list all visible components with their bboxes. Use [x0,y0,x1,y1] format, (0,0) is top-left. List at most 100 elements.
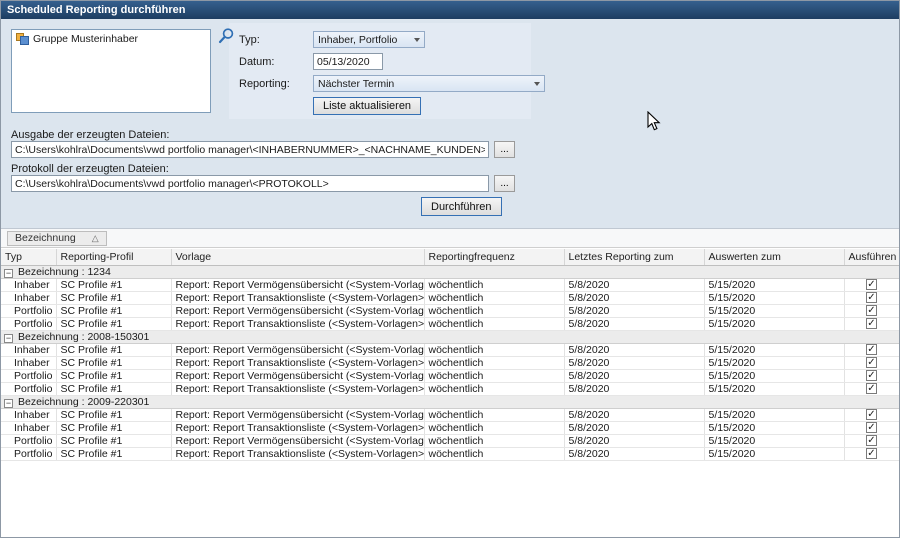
cell-vorlage: Report: Report Transaktionsliste (<Syste… [171,382,424,395]
cell-auswerten-zum: 5/15/2020 [704,291,844,304]
report-row[interactable]: InhaberSC Profile #1Report: Report Trans… [1,356,899,369]
cell-reportingfrequenz: wöchentlich [424,278,564,291]
cell-ausfuehren: ✓ [844,382,899,395]
group-header-label: Bezeichnung : 2008-150301 [18,331,149,343]
scheduled-reporting-window: Scheduled Reporting durchführen Gruppe M… [0,0,900,538]
ausfuehren-checkbox[interactable]: ✓ [866,422,877,433]
cell-typ: Portfolio [1,434,56,447]
ausfuehren-checkbox[interactable]: ✓ [866,305,877,316]
report-row[interactable]: PortfolioSC Profile #1Report: Report Tra… [1,317,899,330]
report-row[interactable]: InhaberSC Profile #1Report: Report Trans… [1,291,899,304]
output-browse-button[interactable]: ... [494,141,515,158]
column-header-5[interactable]: Letztes Reporting zum [564,249,704,265]
cell-auswerten-zum: 5/15/2020 [704,447,844,460]
cell-reportingfrequenz: wöchentlich [424,369,564,382]
ausfuehren-checkbox[interactable]: ✓ [866,448,877,459]
column-header-2[interactable]: Reporting-Profil [56,249,171,265]
cell-ausfuehren: ✓ [844,291,899,304]
report-row[interactable]: InhaberSC Profile #1Report: Report Vermö… [1,408,899,421]
cell-typ: Portfolio [1,304,56,317]
column-header-3[interactable]: Vorlage [171,249,424,265]
cell-vorlage: Report: Report Transaktionsliste (<Syste… [171,291,424,304]
column-header-4[interactable]: Reportingfrequenz [424,249,564,265]
group-list-item[interactable]: Gruppe Musterinhaber [12,30,210,48]
datum-label: Datum: [239,56,313,68]
group-header-label: Bezeichnung : 1234 [18,266,111,278]
cell-vorlage: Report: Report Transaktionsliste (<Syste… [171,447,424,460]
typ-label: Typ: [239,34,313,46]
cell-typ: Inhaber [1,356,56,369]
protocol-browse-button[interactable]: ... [494,175,515,192]
cell-auswerten-zum: 5/15/2020 [704,343,844,356]
output-path-input[interactable] [11,141,489,158]
cell-typ: Inhaber [1,408,56,421]
cell-reportingfrequenz: wöchentlich [424,356,564,369]
column-header-6[interactable]: Auswerten zum [704,249,844,265]
ausfuehren-checkbox[interactable]: ✓ [866,344,877,355]
datum-input[interactable] [313,53,383,70]
cell-vorlage: Report: Report Vermögensübersicht (<Syst… [171,369,424,382]
cell-typ: Inhaber [1,278,56,291]
report-row[interactable]: PortfolioSC Profile #1Report: Report Ver… [1,434,899,447]
group-header-label: Bezeichnung : 2009-220301 [18,396,149,408]
cell-typ: Portfolio [1,382,56,395]
ausfuehren-checkbox[interactable]: ✓ [866,292,877,303]
cell-reporting-profil: SC Profile #1 [56,382,171,395]
cell-letztes-reporting: 5/8/2020 [564,291,704,304]
cell-letztes-reporting: 5/8/2020 [564,317,704,330]
groupby-chip-bezeichnung[interactable]: Bezeichnung △ [7,231,107,246]
report-row[interactable]: PortfolioSC Profile #1Report: Report Tra… [1,382,899,395]
group-header-row[interactable]: −Bezeichnung : 1234 [1,265,899,278]
cell-ausfuehren: ✓ [844,369,899,382]
execute-button[interactable]: Durchführen [421,197,502,216]
cell-reporting-profil: SC Profile #1 [56,278,171,291]
ausfuehren-checkbox[interactable]: ✓ [866,370,877,381]
typ-row: Typ: Inhaber, Portfolio [239,31,545,48]
group-header-row[interactable]: −Bezeichnung : 2008-150301 [1,330,899,343]
collapse-group-icon[interactable]: − [4,399,13,408]
ausfuehren-checkbox[interactable]: ✓ [866,357,877,368]
report-row[interactable]: InhaberSC Profile #1Report: Report Vermö… [1,278,899,291]
cell-ausfuehren: ✓ [844,343,899,356]
group-icon [16,33,29,45]
cell-reportingfrequenz: wöchentlich [424,421,564,434]
column-header-1[interactable]: Typ [1,249,56,265]
cell-vorlage: Report: Report Vermögensübersicht (<Syst… [171,408,424,421]
cell-reportingfrequenz: wöchentlich [424,304,564,317]
refresh-list-button[interactable]: Liste aktualisieren [313,97,421,115]
cell-auswerten-zum: 5/15/2020 [704,421,844,434]
ausfuehren-checkbox[interactable]: ✓ [866,409,877,420]
search-icon[interactable] [217,27,235,45]
report-row[interactable]: InhaberSC Profile #1Report: Report Trans… [1,421,899,434]
refresh-row: Liste aktualisieren [239,97,545,114]
collapse-group-icon[interactable]: − [4,269,13,278]
cell-auswerten-zum: 5/15/2020 [704,278,844,291]
report-row[interactable]: PortfolioSC Profile #1Report: Report Tra… [1,447,899,460]
cell-auswerten-zum: 5/15/2020 [704,434,844,447]
cell-reporting-profil: SC Profile #1 [56,304,171,317]
window-title: Scheduled Reporting durchführen [7,4,185,16]
protocol-path-input[interactable] [11,175,489,192]
cell-ausfuehren: ✓ [844,421,899,434]
cell-typ: Inhaber [1,291,56,304]
cell-reporting-profil: SC Profile #1 [56,421,171,434]
report-row[interactable]: PortfolioSC Profile #1Report: Report Ver… [1,369,899,382]
group-header-row[interactable]: −Bezeichnung : 2009-220301 [1,395,899,408]
reporting-combobox[interactable]: Nächster Termin [313,75,545,92]
ausfuehren-checkbox[interactable]: ✓ [866,383,877,394]
cell-auswerten-zum: 5/15/2020 [704,408,844,421]
report-row[interactable]: InhaberSC Profile #1Report: Report Vermö… [1,343,899,356]
reporting-label: Reporting: [239,78,313,90]
ausfuehren-checkbox[interactable]: ✓ [866,318,877,329]
ausfuehren-checkbox[interactable]: ✓ [866,279,877,290]
typ-combobox[interactable]: Inhaber, Portfolio [313,31,425,48]
group-listbox[interactable]: Gruppe Musterinhaber [11,29,211,113]
report-row[interactable]: PortfolioSC Profile #1Report: Report Ver… [1,304,899,317]
cell-typ: Portfolio [1,447,56,460]
collapse-group-icon[interactable]: − [4,334,13,343]
mouse-cursor [647,111,661,132]
ausfuehren-checkbox[interactable]: ✓ [866,435,877,446]
datum-row: Datum: [239,53,545,70]
column-header-7[interactable]: Ausführen [844,249,899,265]
cell-letztes-reporting: 5/8/2020 [564,408,704,421]
